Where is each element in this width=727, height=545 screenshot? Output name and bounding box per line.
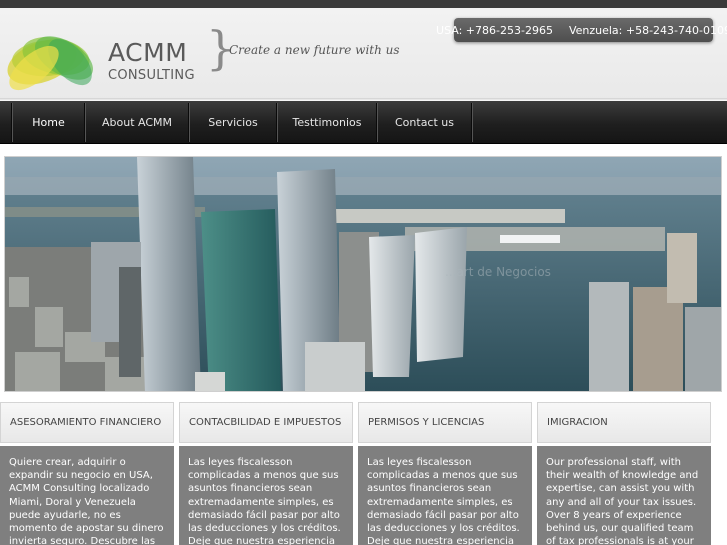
column-title[interactable]: CONTACBILIDAD E IMPUESTOS bbox=[179, 402, 353, 443]
nav-item-contact[interactable]: Contact us bbox=[378, 101, 471, 144]
nav-item-servicios[interactable]: Servicios bbox=[190, 101, 276, 144]
column-asesoramiento: ASESORAMIENTO FINANCIERO Quiere crear, a… bbox=[0, 402, 174, 545]
phone-usa[interactable]: USA: +786-253-2965 bbox=[436, 24, 553, 37]
main-nav: Home About ACMM Servicios Testtimonios C… bbox=[0, 101, 727, 144]
column-imigracion: IMIGRACION Our professional staff, with … bbox=[537, 402, 711, 545]
nav-item-label: About ACMM bbox=[101, 116, 172, 129]
hero-banner: ...art de Negocios bbox=[4, 156, 722, 392]
column-title[interactable]: ASESORAMIENTO FINANCIERO bbox=[0, 402, 174, 443]
brand-name: ACMM bbox=[108, 38, 188, 67]
nav-item-label: Testtimonios bbox=[292, 116, 362, 129]
column-contabilidad: CONTACBILIDAD E IMPUESTOS Las leyes fisc… bbox=[179, 402, 353, 545]
column-title[interactable]: PERMISOS Y LICENCIAS bbox=[358, 402, 532, 443]
nav-item-home[interactable]: Home bbox=[13, 101, 84, 144]
column-title[interactable]: IMIGRACION bbox=[537, 402, 711, 443]
column-permisos: PERMISOS Y LICENCIAS Las leyes fiscaless… bbox=[358, 402, 532, 545]
column-body: Our professional staff, with their wealt… bbox=[537, 446, 711, 545]
site-logo[interactable]: ACMM CONSULTING bbox=[4, 22, 224, 92]
site-header: ACMM CONSULTING } Create a new future wi… bbox=[0, 8, 727, 100]
brand-subtitle: CONSULTING bbox=[108, 68, 195, 83]
column-body: Las leyes fiscalesson complicadas a meno… bbox=[358, 446, 532, 545]
services-columns: ASESORAMIENTO FINANCIERO Quiere crear, a… bbox=[0, 402, 727, 545]
nav-divider bbox=[472, 103, 473, 142]
column-body: Quiere crear, adquirir o expandir su neg… bbox=[0, 446, 174, 545]
phone-venezuela[interactable]: Venzuela: +58-243-740-0109 bbox=[569, 24, 727, 37]
phone-bar: USA: +786-253-2965 Venzuela: +58-243-740… bbox=[436, 18, 727, 42]
column-body: Las leyes fiscalesson complicadas a meno… bbox=[179, 446, 353, 545]
tagline: Create a new future with us bbox=[229, 43, 400, 57]
nav-item-label: Contact us bbox=[395, 116, 454, 129]
nav-item-label: Servicios bbox=[208, 116, 258, 129]
logo-fan-icon bbox=[7, 36, 93, 91]
hero-caption: ...art de Negocios bbox=[445, 265, 551, 279]
nav-item-about[interactable]: About ACMM bbox=[86, 101, 188, 144]
nav-item-label: Home bbox=[32, 116, 65, 129]
top-strip bbox=[0, 0, 727, 8]
city-skyline-image bbox=[5, 157, 721, 391]
nav-item-testimonios[interactable]: Testtimonios bbox=[278, 101, 376, 144]
